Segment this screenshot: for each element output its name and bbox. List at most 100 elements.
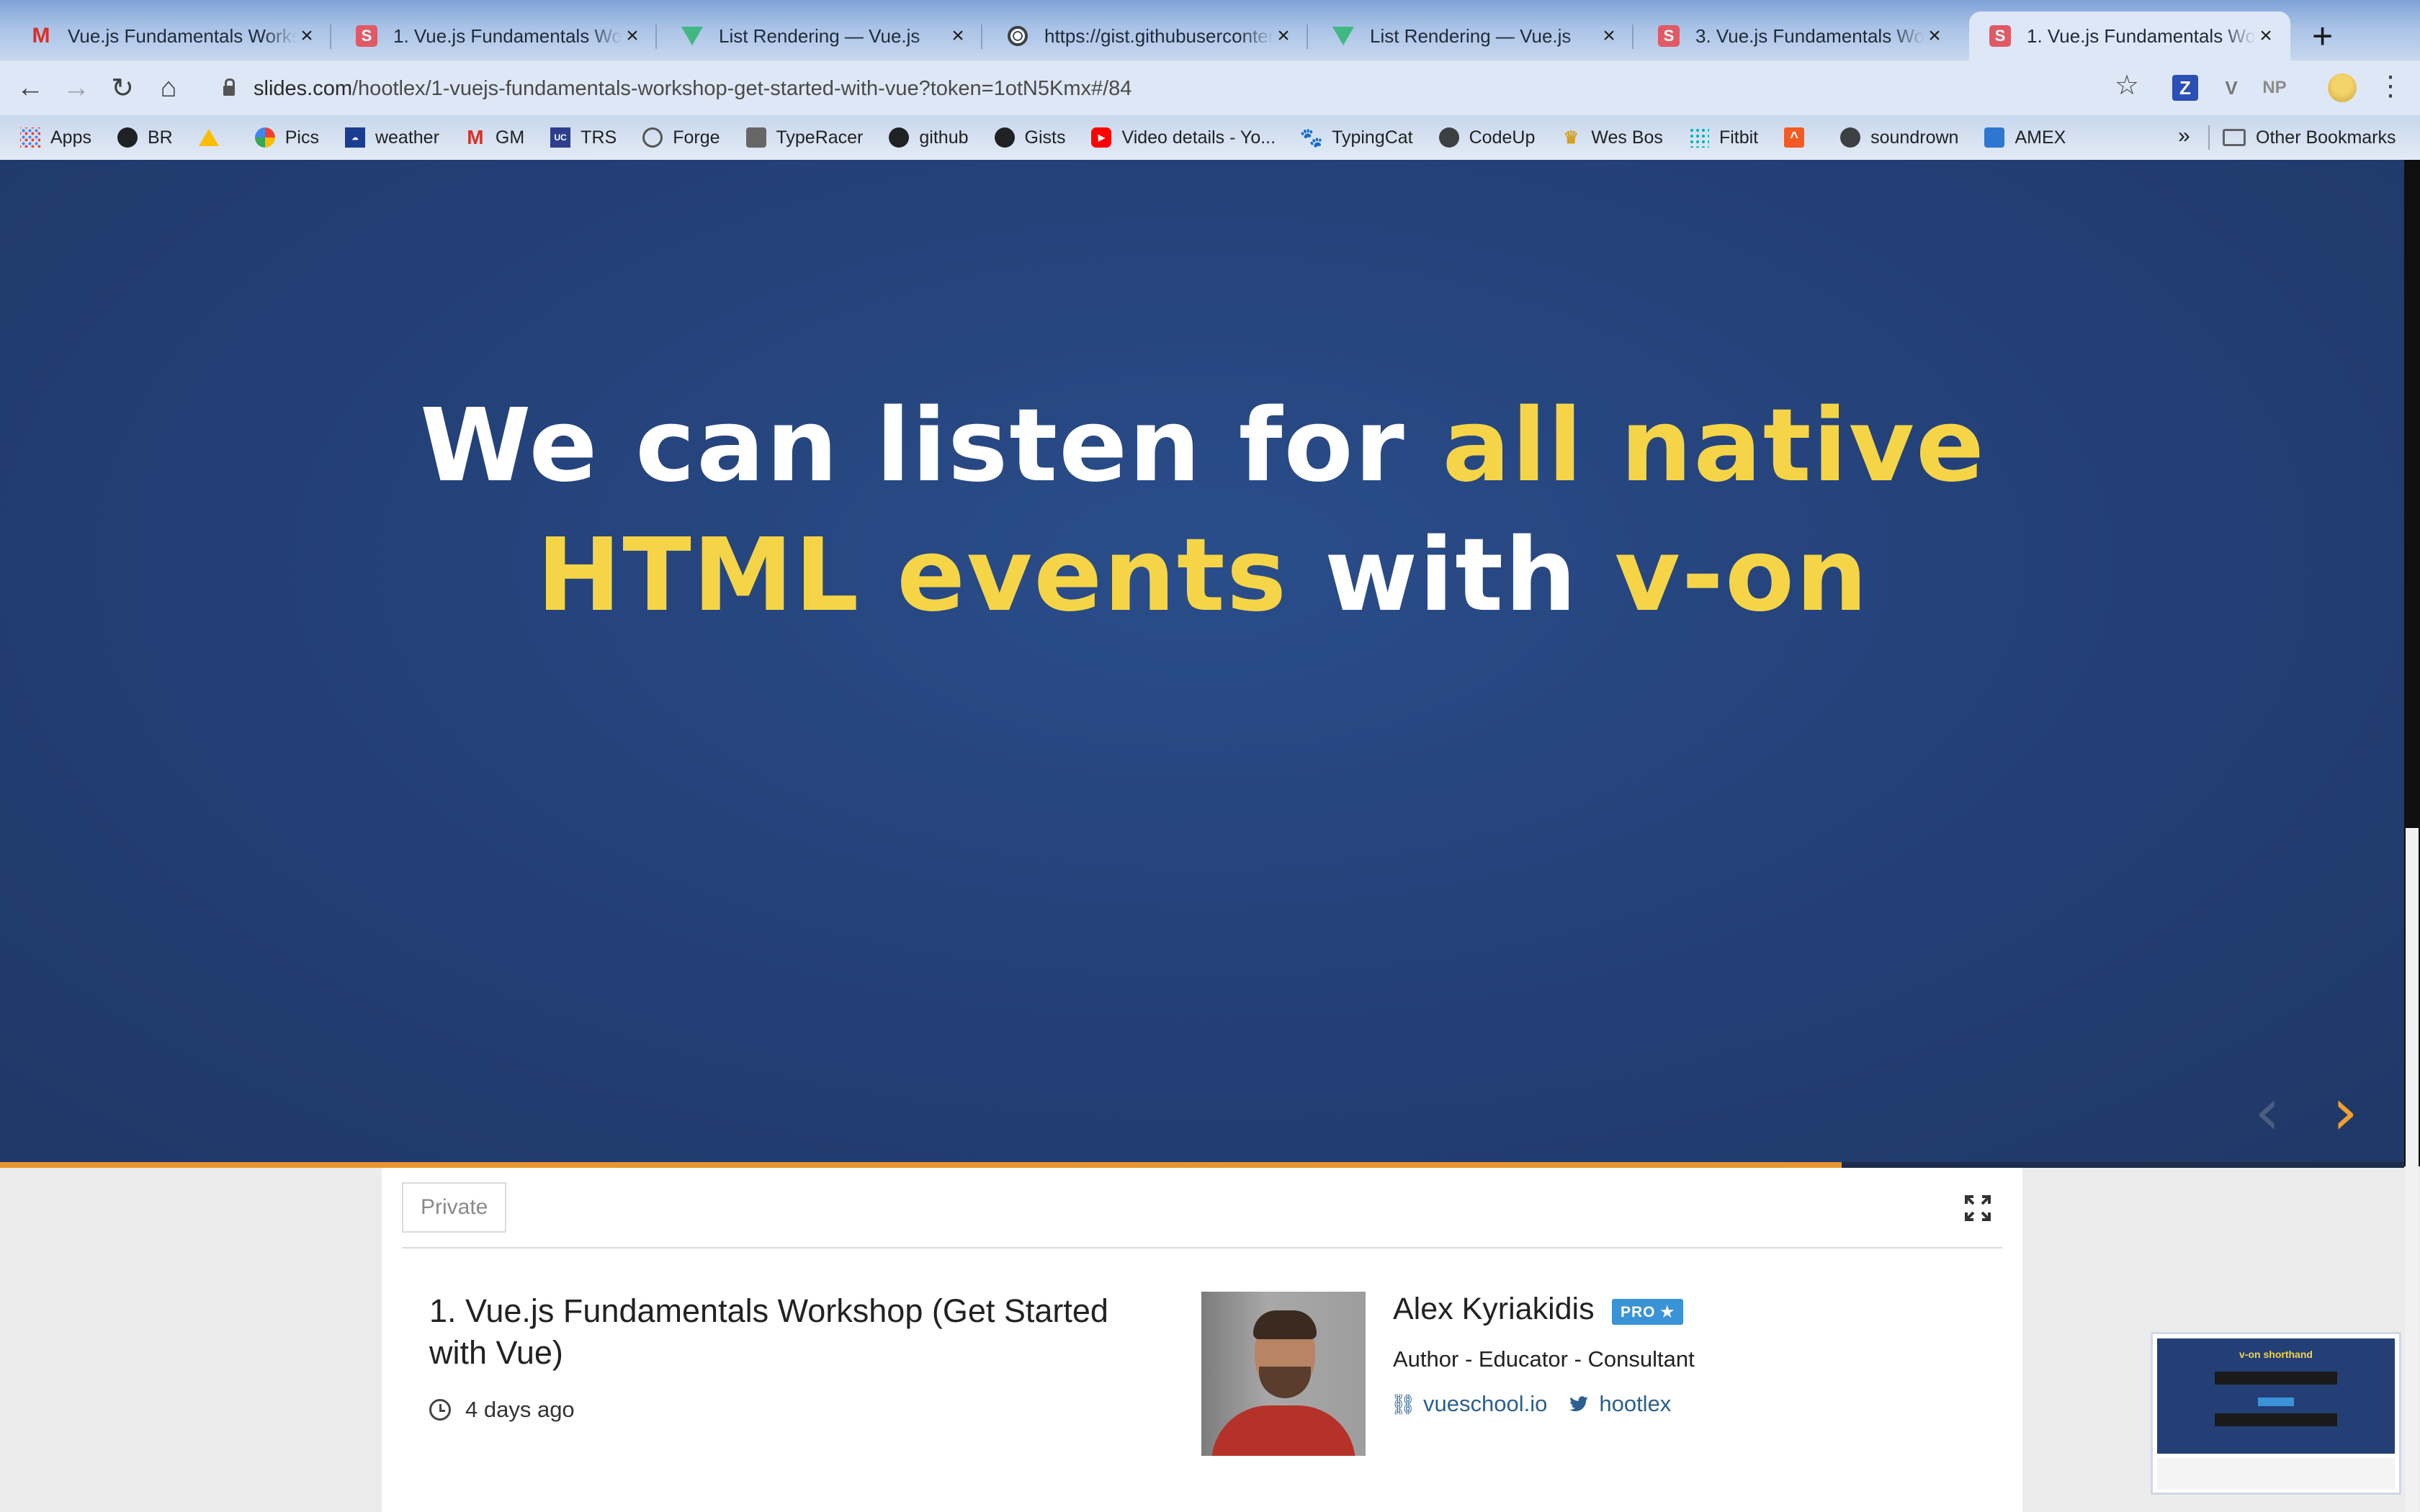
bookmark-codeup[interactable]: CodeUp [1438,127,1535,148]
gmail-icon: M [32,24,50,48]
gmail-icon: M [467,126,484,148]
amex-icon [1984,127,2005,148]
bookmark-trs[interactable]: UC TRS [550,127,617,148]
bookmark-br[interactable]: BR [117,127,173,148]
vue-icon [681,25,703,47]
thumbnail-title: v-on shorthand [2239,1349,2313,1360]
bookmarks-bar: Apps BR Pics ☁ weather M GM UC TRS Forge Ty… [0,115,2420,160]
slides-icon: S [356,25,377,47]
bookmark-gists[interactable]: Gists [994,127,1065,148]
author-name[interactable]: Alex Kyriakidis [1393,1292,1595,1327]
profile-avatar-icon[interactable] [2328,73,2357,102]
close-tab-icon[interactable]: × [622,24,642,48]
bookmark-fitbit[interactable]: Fitbit [1688,127,1758,148]
crown-icon: ♛ [1563,127,1579,148]
photos-icon [254,127,275,148]
close-tab-icon[interactable]: × [1924,24,1945,48]
bookmark-amex[interactable]: AMEX [1984,127,2066,148]
np-extension-icon[interactable]: NP [2262,75,2287,101]
browser-tab[interactable]: List Rendering — Vue.js × [661,12,982,60]
vue-devtools-extension-icon[interactable]: V [2218,75,2244,101]
bookmarks-overflow-button[interactable]: » [2178,124,2190,148]
close-tab-icon[interactable]: × [1599,24,1619,48]
page-scrollbar-thumb[interactable] [2406,828,2419,1512]
bookmark-weather[interactable]: ☁ weather [344,127,439,148]
browser-tab[interactable]: https://gist.githubusercontent.com × [987,12,1308,60]
reload-button[interactable]: ↻ [105,71,140,105]
typeracer-icon [745,127,766,148]
youtube-icon: ▶ [1091,127,1112,148]
browser-tab[interactable]: M Vue.js Fundamentals Workshop × [10,12,331,60]
slide-viewport [0,160,2404,1166]
slides-icon: S [1658,25,1680,47]
author-avatar[interactable] [1201,1292,1366,1456]
url-host: slides.com [254,76,352,100]
bookmark-apps[interactable]: Apps [20,127,91,148]
lock-icon [223,78,235,96]
google-drive-icon [198,127,219,148]
fitbit-icon [1688,127,1709,148]
bookmark-typingcat[interactable]: 🐾 TypingCat [1299,126,1413,148]
browser-tab[interactable]: List Rendering — Vue.js × [1312,12,1634,60]
bookmark-forge[interactable]: Forge [642,127,720,148]
bookmark-gm[interactable]: M GM [465,126,524,148]
forge-icon [642,127,663,148]
other-bookmarks[interactable]: Other Bookmarks [2223,115,2396,160]
github-icon [889,127,910,148]
close-tab-icon[interactable]: × [297,24,317,48]
tab-title: Vue.js Fundamentals Workshop [68,24,297,47]
bookmark-drive[interactable] [198,127,229,148]
tab-title: List Rendering — Vue.js [719,24,920,47]
paw-icon: 🐾 [1299,126,1324,148]
fullscreen-icon[interactable] [1963,1194,1992,1223]
author-role: Author - Educator - Consultant [1393,1346,1695,1372]
forward-button[interactable]: → [59,71,94,105]
vue-icon [1332,25,1354,47]
tab-title: 1. Vue.js Fundamentals Workshop [393,24,622,47]
bookmark-video-details[interactable]: ▶ Video details - Yo... [1091,127,1276,148]
previous-slide-button[interactable]: ‹ [2254,1080,2280,1145]
close-tab-icon[interactable]: × [1273,24,1294,48]
globe-icon [1007,25,1028,47]
browser-toolbar: ← → ↻ ⌂ slides.com/hootlex/1-vuejs-funda… [0,60,2420,115]
slide-thumbnail-preview[interactable]: v-on shorthand [2151,1332,2401,1495]
url-path: /hootlex/1-vuejs-fundamentals-workshop-g… [352,76,1132,100]
headline-part: with [1288,517,1615,634]
pro-badge: PRO ★ [1612,1299,1684,1325]
tab-title: 1. Vue.js Fundamentals Workshop [2027,24,2256,47]
browser-tab[interactable]: S 3. Vue.js Fundamentals Workshop × [1638,12,1959,60]
author-twitter-link[interactable]: hootlex [1569,1391,1671,1417]
headline-highlight: v-on [1614,517,1869,634]
bookmark-star-icon[interactable]: ☆ [2115,69,2139,102]
twitter-icon [1569,1396,1589,1412]
next-slide-button[interactable]: › [2332,1080,2358,1145]
back-button[interactable]: ← [13,71,48,105]
home-button[interactable]: ⌂ [151,71,186,105]
github-icon [117,127,138,148]
headline-part: We can listen for [420,387,1443,505]
close-tab-icon[interactable]: × [2256,24,2276,48]
zotero-extension-icon[interactable]: Z [2172,75,2198,101]
bookmark-pics[interactable]: Pics [254,127,319,148]
tab-strip: M Vue.js Fundamentals Workshop × S 1. Vu… [0,0,2420,60]
weather-icon: ☁ [344,127,365,148]
close-tab-icon[interactable]: × [948,24,968,48]
address-bar[interactable]: slides.com/hootlex/1-vuejs-fundamentals-… [202,69,2161,108]
updated-text: 4 days ago [465,1397,575,1422]
bookmark-github[interactable]: github [889,127,969,148]
globe-icon [1438,127,1459,148]
browser-tab-active[interactable]: S 1. Vue.js Fundamentals Workshop × [1969,12,2290,60]
bookmark-orange-app[interactable]: ^ [1784,127,1814,148]
bookmark-typeracer[interactable]: TypeRacer [745,127,863,148]
browser-menu-icon[interactable]: ⋮ [2377,72,2404,101]
deck-title[interactable]: 1. Vue.js Fundamentals Workshop (Get Sta… [429,1290,1150,1374]
new-tab-button[interactable]: + [2312,16,2333,56]
globe-icon [1840,127,1861,148]
author-website-link[interactable]: ⛓ vueschool.io [1390,1391,1547,1417]
bookmark-wes-bos[interactable]: ♛ Wes Bos [1561,127,1663,148]
browser-tab[interactable]: S 1. Vue.js Fundamentals Workshop × [336,12,657,60]
bookmark-soundrown[interactable]: soundrown [1840,127,1958,148]
orange-app-icon: ^ [1784,127,1805,148]
author-links: ⛓ vueschool.io hootlex [1390,1391,1693,1417]
slides-icon: S [1989,25,2011,47]
